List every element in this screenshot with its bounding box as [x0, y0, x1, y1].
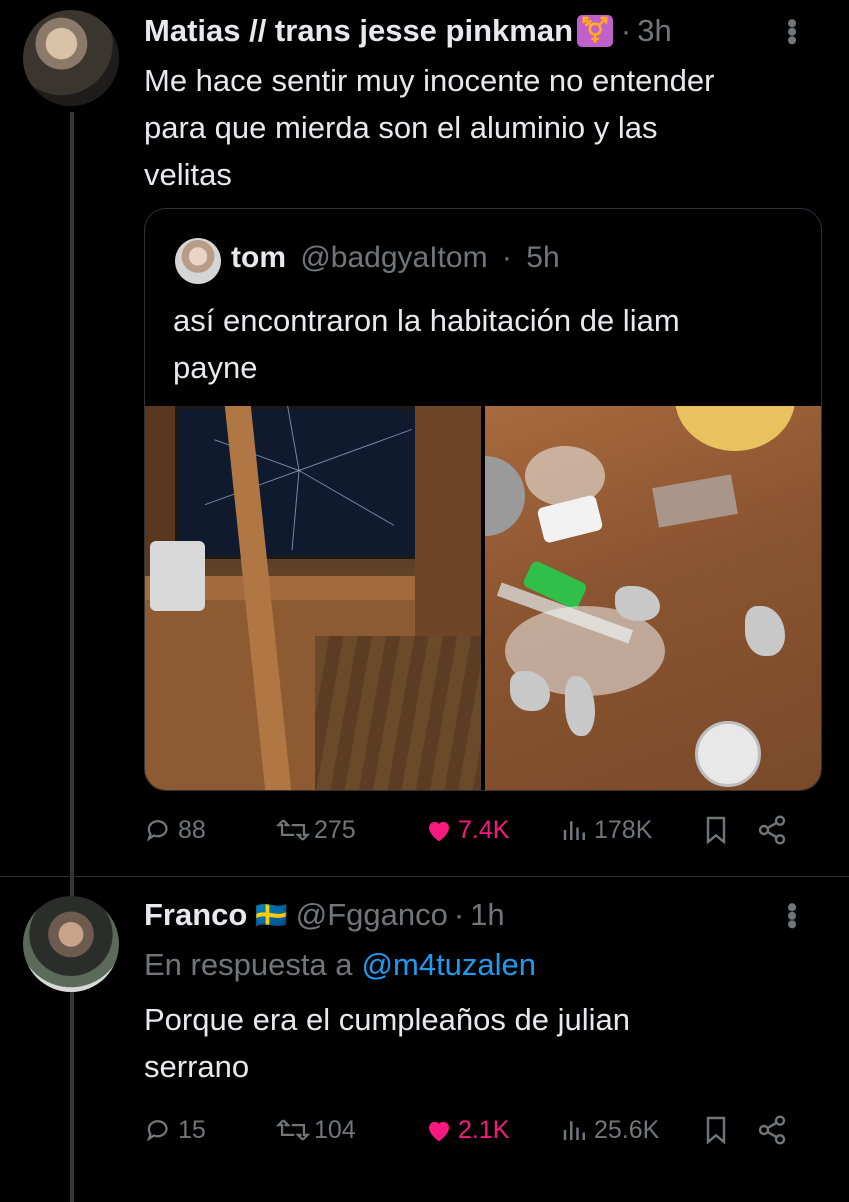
- retweet-button[interactable]: 104: [276, 1115, 424, 1145]
- reply-icon: [146, 1120, 168, 1142]
- timestamp[interactable]: 3h: [637, 13, 671, 49]
- author-name[interactable]: Matias // trans jesse pinkman: [144, 13, 573, 49]
- retweet-icon: [276, 1119, 310, 1141]
- tweet-header: Matias // trans jesse pinkman ⚧️ · 3h: [144, 13, 672, 49]
- more-icon[interactable]: •••: [775, 18, 808, 44]
- reply-count: 88: [178, 815, 206, 844]
- share-icon: [758, 1115, 786, 1145]
- like-button[interactable]: 2.1K: [424, 1115, 560, 1145]
- tweet-actions: 88 275 7.4K 178K: [144, 814, 804, 846]
- views-button[interactable]: 178K: [560, 815, 702, 845]
- foil-piece: [745, 606, 785, 656]
- tealight-candle: [695, 721, 761, 787]
- share-button[interactable]: [756, 814, 788, 846]
- tweet-actions: 15 104 2.1K 25.6K: [144, 1114, 804, 1146]
- reply-context: En respuesta a @m4tuzalen: [144, 947, 536, 983]
- quote-author-name: tom: [231, 241, 286, 274]
- tweet-text-line: Porque era el cumpleaños de julian: [144, 1002, 630, 1037]
- quote-header: tom @badgyaItom · 5h: [231, 241, 560, 275]
- reply-button[interactable]: 15: [144, 1115, 276, 1145]
- quote-handle: @badgyaItom: [300, 241, 488, 274]
- avatar[interactable]: [23, 896, 119, 992]
- retweet-button[interactable]: 275: [276, 815, 424, 845]
- tweet-text-line: velitas: [144, 157, 232, 192]
- reply-count: 15: [178, 1115, 206, 1144]
- separator: ·: [620, 13, 632, 48]
- like-icon: [429, 821, 449, 842]
- tweet-text: Porque era el cumpleaños de julian serra…: [144, 996, 824, 1090]
- like-icon: [429, 1121, 449, 1142]
- tweet-header: Franco 🇸🇪 @Fgganco · 1h: [144, 897, 505, 933]
- media-photo-broken-tv[interactable]: [145, 406, 481, 790]
- reply-icon: [146, 820, 168, 842]
- retweet-count: 104: [314, 1115, 356, 1144]
- avatar[interactable]: [23, 10, 119, 106]
- sweden-flag-icon: 🇸🇪: [255, 899, 288, 930]
- reply-prefix: En respuesta a: [144, 947, 353, 982]
- quote-avatar: [175, 238, 221, 284]
- author-handle[interactable]: @Fgganco: [296, 897, 448, 933]
- like-count: 2.1K: [458, 1115, 510, 1144]
- like-count: 7.4K: [458, 815, 510, 844]
- paper-packet: [652, 474, 738, 528]
- bookmark-button[interactable]: [702, 1114, 756, 1146]
- separator: ·: [501, 241, 512, 274]
- trans-flag-badge: ⚧️: [577, 15, 613, 47]
- more-icon[interactable]: •••: [775, 902, 808, 928]
- author-name[interactable]: Franco: [144, 897, 247, 933]
- share-icon: [758, 815, 786, 845]
- quote-text: así encontraron la habitación de liam pa…: [173, 297, 793, 391]
- bookmark-icon: [706, 1116, 726, 1145]
- media-photo-table[interactable]: [485, 406, 821, 790]
- retweet-icon: [276, 819, 310, 841]
- reply-button[interactable]: 88: [144, 815, 276, 845]
- bookmark-icon: [706, 816, 726, 845]
- quote-timestamp: 5h: [526, 241, 560, 274]
- retweet-count: 275: [314, 815, 356, 844]
- share-button[interactable]: [756, 1114, 788, 1146]
- coffee-machine: [150, 541, 205, 611]
- quote-text-line: payne: [173, 350, 258, 385]
- timestamp[interactable]: 1h: [470, 897, 504, 933]
- thread-line: [70, 112, 74, 1202]
- views-count: 25.6K: [594, 1115, 660, 1144]
- broken-tv-screen: [175, 406, 423, 559]
- separator: ·: [453, 897, 465, 932]
- tweet-text: Me hace sentir muy inocente no entender …: [144, 57, 824, 198]
- divider: [0, 876, 849, 877]
- wooden-floor: [315, 636, 481, 790]
- views-button[interactable]: 25.6K: [560, 1115, 702, 1145]
- tweet-text-line: serrano: [144, 1049, 250, 1084]
- views-count: 178K: [594, 815, 653, 844]
- reply-to-link[interactable]: @m4tuzalen: [362, 947, 537, 983]
- quoted-tweet-card[interactable]: tom @badgyaItom · 5h así encontraron la …: [144, 208, 822, 791]
- plate: [485, 456, 525, 536]
- lamp-globe: [675, 406, 795, 451]
- tweet-text-line: para que mierda son el aluminio y las: [144, 110, 658, 145]
- views-icon: [563, 821, 585, 840]
- views-icon: [563, 1121, 585, 1140]
- bookmark-button[interactable]: [702, 814, 756, 846]
- foil-piece: [615, 586, 660, 621]
- tweet-text-line: Me hace sentir muy inocente no entender: [144, 63, 715, 98]
- quote-text-line: así encontraron la habitación de liam: [173, 303, 680, 338]
- like-button[interactable]: 7.4K: [424, 815, 560, 845]
